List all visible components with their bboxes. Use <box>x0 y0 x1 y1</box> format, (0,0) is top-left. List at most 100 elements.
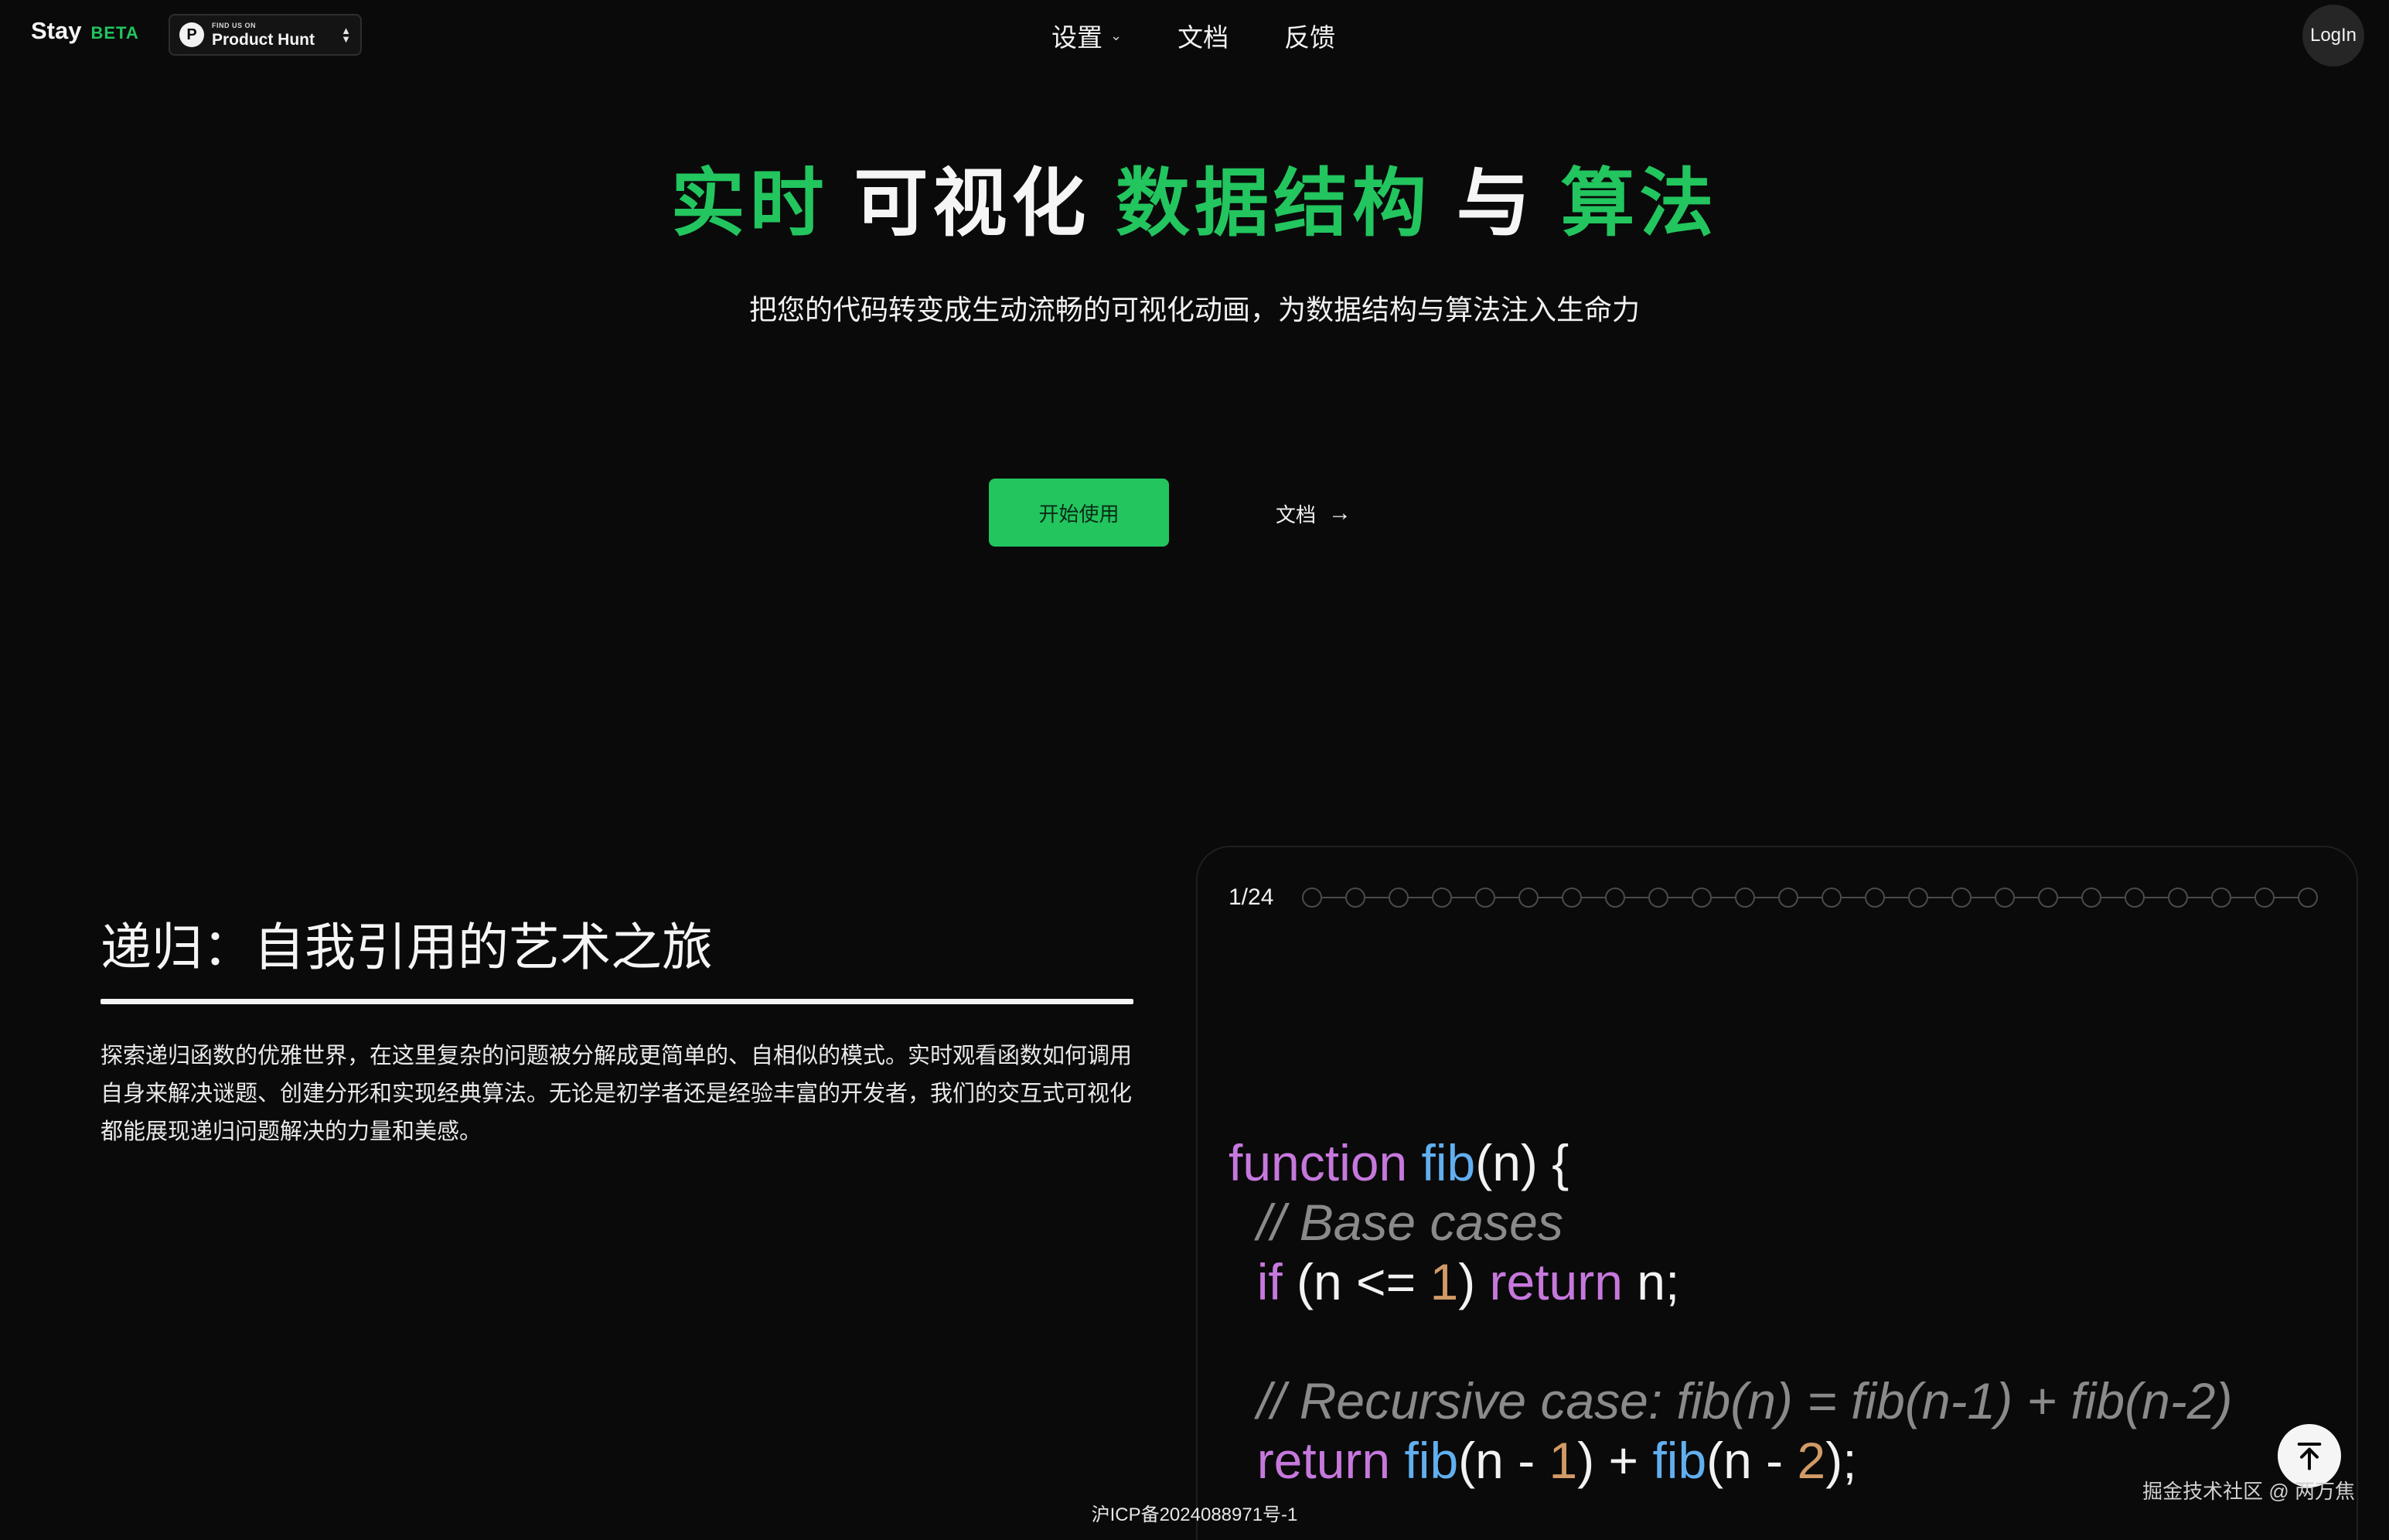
brand-name: Stay <box>31 17 82 44</box>
step-dot[interactable] <box>1735 888 1755 908</box>
code-token: return <box>1489 1253 1623 1310</box>
product-hunt-badge[interactable]: P FIND US ON Product Hunt ▲ ▼ <box>169 14 362 56</box>
step-connector <box>2145 897 2168 898</box>
step-dot[interactable] <box>2254 888 2275 908</box>
hero-title-part: 可视化 <box>854 162 1091 245</box>
step-dot[interactable] <box>1302 888 1322 908</box>
code-token: ); <box>1825 1432 1857 1489</box>
icp-license[interactable]: 沪ICP备2024088971号-1 <box>0 1499 2389 1526</box>
code-token: 1 <box>1430 1253 1459 1310</box>
step-progress <box>1302 888 2318 908</box>
step-dot[interactable] <box>1822 888 1842 908</box>
nav-feedback[interactable]: 反馈 <box>1284 17 1335 54</box>
hero-subtitle: 把您的代码转变成生动流畅的可视化动画，为数据结构与算法注入生命力 <box>748 294 1640 325</box>
step-connector <box>1365 897 1389 898</box>
step-connector <box>1582 897 1605 898</box>
step-dot[interactable] <box>1692 888 1712 908</box>
step-connector <box>1798 897 1822 898</box>
code-line: // Recursive case: fib(n) = fib(n-1) + f… <box>1229 1372 2233 1429</box>
step-dot[interactable] <box>2168 888 2188 908</box>
step-dot[interactable] <box>1518 888 1539 908</box>
section-divider <box>101 999 1133 1004</box>
code-token: fib <box>1404 1432 1459 1489</box>
step-connector <box>1972 897 1995 898</box>
step-connector <box>1625 897 1648 898</box>
step-dot[interactable] <box>1908 888 1928 908</box>
step-connector <box>2015 897 2038 898</box>
step-dot[interactable] <box>1951 888 1972 908</box>
step-dot[interactable] <box>1995 888 2015 908</box>
code-token: (n <= <box>1282 1253 1430 1310</box>
beta-badge: BETA <box>90 23 139 43</box>
step-dot[interactable] <box>1865 888 1885 908</box>
code-block: function fib(n) { // Base cases if (n <=… <box>1229 1133 2232 1491</box>
nav-settings[interactable]: 设置 ⌄ <box>1051 17 1122 54</box>
step-dot[interactable] <box>1605 888 1625 908</box>
section-description: 探索递归函数的优雅世界，在这里复杂的问题被分解成更简单的、自相似的模式。实时观看… <box>101 1044 1133 1144</box>
hero-title-part: 算法 <box>1560 162 1719 245</box>
step-counter: 1/24 <box>1229 884 1274 910</box>
step-connector <box>1322 897 1345 898</box>
step-connector <box>2231 897 2254 898</box>
code-token: if <box>1256 1253 1283 1310</box>
code-line: function fib(n) { <box>1229 1134 1569 1191</box>
step-dot[interactable] <box>1648 888 1668 908</box>
step-dot[interactable] <box>2298 888 2318 908</box>
code-token: fib <box>1652 1432 1707 1489</box>
code-token: ) + <box>1577 1432 1653 1489</box>
step-connector <box>1539 897 1562 898</box>
step-dot[interactable] <box>2125 888 2145 908</box>
step-dot[interactable] <box>1345 888 1365 908</box>
step-dot[interactable] <box>1475 888 1495 908</box>
code-token: function <box>1229 1134 1408 1191</box>
step-dot[interactable] <box>2081 888 2101 908</box>
nav-feedback-label: 反馈 <box>1284 23 1336 52</box>
step-connector <box>2058 897 2081 898</box>
nav-docs[interactable]: 文档 <box>1177 17 1229 54</box>
hero-title-part: 与 <box>1456 162 1535 245</box>
section-title: 递归：自我引用的艺术之旅 <box>101 918 713 976</box>
code-token: 1 <box>1549 1432 1578 1489</box>
top-nav: 设置 ⌄ 文档 反馈 <box>1051 17 1335 54</box>
code-token: (n - <box>1706 1432 1798 1489</box>
code-token: ) <box>1458 1253 1490 1310</box>
code-token: fib <box>1421 1134 1476 1191</box>
get-started-button[interactable]: 开始使用 <box>989 479 1169 547</box>
brand-logo[interactable]: Stay BETA <box>31 17 139 45</box>
step-dot[interactable] <box>1432 888 1452 908</box>
step-dot[interactable] <box>2038 888 2058 908</box>
step-connector <box>1712 897 1735 898</box>
step-connector <box>2188 897 2211 898</box>
upvote-icon: ▲ ▼ <box>341 25 351 45</box>
step-dot[interactable] <box>1389 888 1409 908</box>
step-connector <box>1452 897 1475 898</box>
docs-link[interactable]: 文档 → <box>1276 495 1351 532</box>
code-token: 2 <box>1797 1432 1826 1489</box>
step-dot[interactable] <box>1562 888 1582 908</box>
step-dot[interactable] <box>1778 888 1798 908</box>
code-token: n; <box>1622 1253 1680 1310</box>
hero-title: 实时 可视化 数据结构 与 算法 <box>0 143 2389 250</box>
step-dot[interactable] <box>2211 888 2231 908</box>
code-line: if (n <= 1) return n; <box>1229 1253 1680 1310</box>
step-connector <box>2101 897 2125 898</box>
step-connector <box>1755 897 1778 898</box>
step-connector <box>2275 897 2298 898</box>
code-line: return fib(n - 1) + fib(n - 2); <box>1229 1432 1857 1489</box>
step-connector <box>1885 897 1908 898</box>
code-comment: // Base cases <box>1256 1194 1563 1251</box>
docs-link-label: 文档 <box>1276 503 1317 526</box>
login-button[interactable]: LogIn <box>2302 5 2364 66</box>
hero-title-part: 数据结构 <box>1116 162 1431 245</box>
product-hunt-caption: FIND US ON <box>212 21 257 29</box>
code-line: // Base cases <box>1229 1194 1563 1251</box>
product-hunt-icon: P <box>179 22 204 47</box>
code-token: (n) { <box>1475 1134 1569 1191</box>
product-hunt-text: FIND US ON Product Hunt <box>212 22 315 48</box>
nav-docs-label: 文档 <box>1177 23 1229 52</box>
step-connector <box>1495 897 1518 898</box>
product-hunt-label: Product Hunt <box>212 30 315 49</box>
arrow-right-icon: → <box>1328 500 1352 526</box>
code-comment: // Recursive case: fib(n) = fib(n-1) + f… <box>1256 1372 2233 1429</box>
chevron-down-icon: ⌄ <box>1110 27 1123 43</box>
